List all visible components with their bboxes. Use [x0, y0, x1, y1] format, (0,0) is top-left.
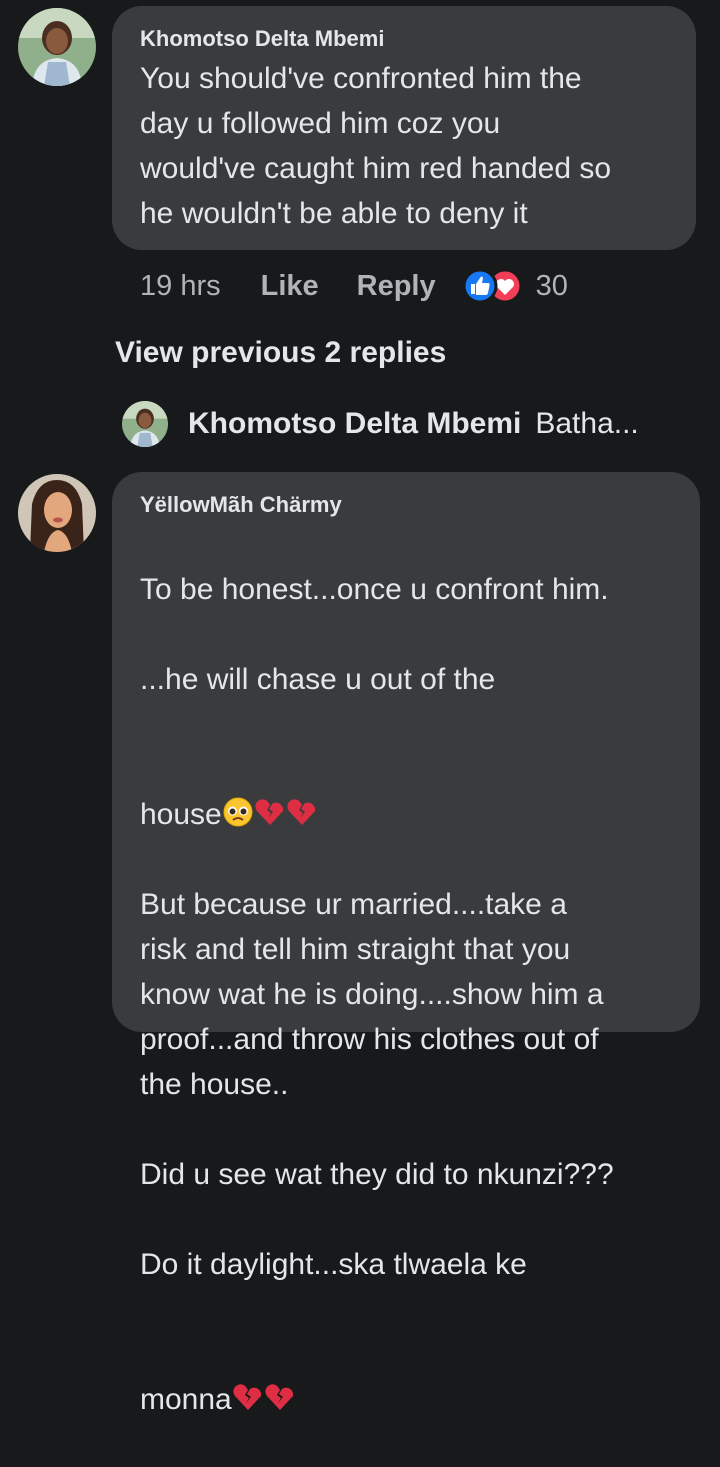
broken-heart-emoji — [255, 799, 283, 825]
reply-button[interactable]: Reply — [357, 270, 436, 303]
view-previous-replies-link[interactable]: View previous 2 replies — [115, 336, 446, 370]
comment-line: house — [140, 747, 700, 837]
comment-text: You should've confronted him the day u f… — [140, 62, 612, 230]
comment-author[interactable]: YëllowMãh Chärmy — [140, 492, 700, 518]
comment-timestamp[interactable]: 19 hrs — [140, 270, 221, 303]
broken-heart-emoji — [265, 1384, 293, 1410]
reactions-summary[interactable]: 30 — [462, 268, 568, 304]
avatar-khomotso[interactable] — [18, 8, 96, 86]
profile-photo-icon — [18, 8, 96, 86]
comment-author[interactable]: Khomotso Delta Mbemi — [140, 26, 696, 52]
like-reaction-icon — [462, 268, 498, 304]
pleading-face-emoji — [223, 797, 253, 827]
comment-line: Did u see wat they did to nkunzi??? — [140, 1158, 614, 1191]
comment-actions: 19 hrs Like Reply 30 — [140, 266, 568, 306]
profile-photo-icon — [122, 401, 168, 447]
reaction-count: 30 — [535, 269, 568, 302]
comment-line: Do it daylight...ska tlwaela ke — [140, 1248, 527, 1281]
avatar-yellowmah[interactable] — [18, 474, 96, 552]
reply-preview[interactable]: Khomotso Delta Mbemi Batha... — [122, 400, 639, 448]
comment-bubble: YëllowMãh Chärmy To be honest...once u c… — [112, 472, 700, 1416]
broken-heart-emoji — [233, 1384, 261, 1410]
reaction-icons — [462, 268, 523, 304]
comment-line: monna — [140, 1332, 700, 1422]
comment-line-text: house — [140, 798, 222, 831]
reply-text-preview: Batha... — [535, 407, 639, 440]
profile-photo-icon — [18, 474, 96, 552]
like-button[interactable]: Like — [261, 270, 319, 303]
avatar-khomotso-small — [122, 401, 168, 447]
comment-bubble: Khomotso Delta Mbemi You should've confr… — [112, 6, 696, 250]
comment-paragraph: But because ur married....take a risk an… — [140, 888, 604, 1101]
broken-heart-emoji — [287, 799, 315, 825]
comment-line: To be honest...once u confront him. — [140, 573, 609, 606]
comment-line-text: monna — [140, 1383, 232, 1416]
reply-author[interactable]: Khomotso Delta Mbemi — [188, 407, 521, 441]
comment-text: To be honest...once u confront him. ...h… — [140, 522, 700, 1467]
comment-line: ...he will chase u out of the — [140, 663, 496, 696]
